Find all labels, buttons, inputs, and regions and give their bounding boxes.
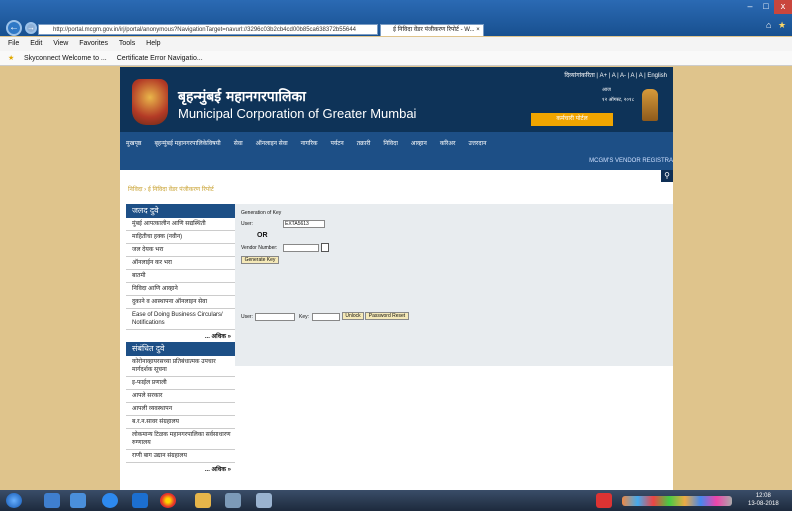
employee-portal-button[interactable]: कर्मचारी पोर्टल — [531, 113, 613, 126]
national-emblem — [642, 89, 658, 121]
start-button-icon[interactable] — [6, 493, 22, 508]
sidebar-link[interactable]: ऑनलाईन कर भरा — [126, 257, 235, 270]
maximize-button[interactable]: □ — [758, 0, 774, 14]
org-name-english: Municipal Corporation of Greater Mumbai — [178, 106, 417, 121]
sidebar-link[interactable]: जल देयक भरा — [126, 244, 235, 257]
tray-icons[interactable] — [622, 496, 732, 506]
nav-item[interactable]: नागरिक — [301, 139, 318, 147]
nav-item[interactable]: उत्तरदान — [468, 139, 486, 147]
favorites-bar: ★ Skyconnect Welcome to ... Certificate … — [0, 51, 792, 66]
favorites-star-icon[interactable]: ★ — [778, 20, 786, 31]
nav-item[interactable]: मुखपृष्ठ — [126, 139, 141, 147]
more-link[interactable]: ... अधिक » — [126, 330, 235, 342]
user2-label: User: — [241, 314, 253, 320]
quick-links-heading: जलद दुवे — [126, 204, 235, 218]
forward-icon[interactable]: → — [25, 22, 37, 34]
main-content: ⚲ निविदा › ई निविदा वेंडर पंजीकरण रिपोर्… — [120, 170, 673, 490]
sidebar-link[interactable]: आपली व्यवस्थापन — [126, 403, 235, 416]
sidebar-link[interactable]: इ-फाईल प्रणाली — [126, 377, 235, 390]
home-icon[interactable]: ⌂ — [766, 20, 771, 30]
document-icon[interactable] — [256, 493, 272, 508]
menu-tools[interactable]: Tools — [119, 40, 135, 47]
sidebar-link[interactable]: लोकमान्य टिळक महानगरपालिका सर्वसाधारण रु… — [126, 429, 235, 450]
sidebar-link[interactable]: माहितीचा हक्क (नवीन) — [126, 231, 235, 244]
address-bar[interactable]: http://portal.mcgm.gov.in/irj/portal/ano… — [38, 24, 378, 35]
favorite-link[interactable]: Certificate Error Navigatio... — [117, 55, 203, 62]
or-label: OR — [257, 232, 268, 239]
favorite-link[interactable]: Skyconnect Welcome to ... — [24, 55, 107, 62]
menu-help[interactable]: Help — [146, 40, 160, 47]
mcgm-logo — [132, 79, 168, 125]
language-bar[interactable]: दिव्यांगांकरिता | A+ | A | A- | A | A | … — [564, 71, 667, 79]
search-icon[interactable]: ⚲ — [661, 170, 673, 182]
related-links-heading: संबंधित दुवे — [126, 342, 235, 356]
tab-close-icon[interactable]: × — [476, 27, 480, 33]
user2-input[interactable] — [255, 313, 295, 321]
sidebar-link[interactable]: दुकाने व आस्थापना ऑनलाइन सेवा — [126, 296, 235, 309]
browser-tab[interactable]: ई निविदा वेंडर पंजीकरण रिपोर्ट - W... × — [380, 24, 484, 36]
chrome-icon[interactable] — [160, 493, 176, 508]
calendar-icon[interactable] — [321, 243, 329, 252]
sidebar-link[interactable]: राणी बाग उद्यान संग्रहालय — [126, 450, 235, 463]
folder-icon[interactable] — [195, 493, 211, 508]
nav-item[interactable]: ऑनलाइन सेवा — [256, 139, 288, 147]
nav-item[interactable]: बृहन्मुंबई महानगरपालिकेविषयी — [154, 139, 220, 147]
nav-item[interactable]: निविदा — [383, 139, 398, 147]
back-icon[interactable]: ← — [6, 20, 22, 36]
menu-view[interactable]: View — [53, 40, 68, 47]
unlock-button[interactable]: Unlock — [342, 312, 364, 320]
desktop-icon[interactable] — [44, 493, 60, 508]
vendor-strip: MCGM'S VENDOR REGISTRA — [120, 154, 673, 170]
generate-key-button[interactable]: Generate Key — [241, 256, 279, 264]
key-label: Key: — [299, 314, 310, 320]
user-label: User: — [241, 221, 253, 227]
date-text: १२ ऑगस्ट, २०१८ — [602, 97, 635, 103]
nav-item[interactable]: पर्यटन — [331, 139, 344, 147]
breadcrumb[interactable]: निविदा › ई निविदा वेंडर पंजीकरण रिपोर्ट — [128, 185, 214, 193]
date-label: आज — [602, 87, 611, 93]
key-generation-panel: Generation of Key User: EXTA5613 OR Vend… — [235, 204, 673, 366]
clock-time: 12:08 — [755, 493, 771, 499]
more-link[interactable]: ... अधिक » — [126, 463, 235, 475]
strip-text: MCGM'S VENDOR REGISTRA — [589, 158, 673, 164]
browser-titlebar: ← → http://portal.mcgm.gov.in/irj/portal… — [0, 0, 792, 36]
sidebar-link[interactable]: ब.र.न.सावर संग्रहालय — [126, 416, 235, 429]
menu-bar: File Edit View Favorites Tools Help — [0, 37, 792, 51]
sidebar-link[interactable]: कोरोनाव्हायरसच्या प्रतिबंधात्मक उपचार मा… — [126, 356, 235, 377]
key-input[interactable] — [312, 313, 340, 321]
clock[interactable]: 12:08 13-08-2018 — [748, 492, 779, 508]
site-header: दिव्यांगांकरिता | A+ | A | A- | A | A | … — [120, 67, 673, 132]
vendor-number-input[interactable] — [283, 244, 319, 252]
sidebar-link[interactable]: आपले सरकार — [126, 390, 235, 403]
menu-favorites[interactable]: Favorites — [79, 40, 108, 47]
nav-item[interactable]: आव्हान — [411, 139, 427, 147]
nav-item[interactable]: करिअर — [440, 139, 456, 147]
close-button[interactable]: x — [774, 0, 792, 14]
minimize-button[interactable]: – — [742, 0, 758, 14]
clock-date: 13-08-2018 — [748, 501, 779, 507]
internet-explorer-icon[interactable] — [102, 493, 118, 508]
sidebar-link[interactable]: बातमी — [126, 270, 235, 283]
user-input[interactable]: EXTA5613 — [283, 220, 325, 228]
favorites-star-icon: ★ — [8, 55, 15, 62]
file-explorer-icon[interactable] — [70, 493, 86, 508]
generation-label: Generation of Key — [241, 210, 282, 216]
nav-item[interactable]: तक्रारी — [357, 139, 371, 147]
menu-file[interactable]: File — [8, 40, 19, 47]
tray-app-icon[interactable] — [596, 493, 612, 508]
sidebar-link[interactable]: Ease of Doing Business Circulars/ Notifi… — [126, 309, 235, 330]
app-icon[interactable] — [132, 493, 148, 508]
tab-title: ई निविदा वेंडर पंजीकरण रिपोर्ट - W... — [393, 27, 475, 33]
sidebar-link[interactable]: निविदा आणि आव्हाने — [126, 283, 235, 296]
taskbar: 12:08 13-08-2018 — [0, 490, 792, 511]
org-name-hindi: बृहन्मुंबई महानगरपालिका — [178, 89, 306, 105]
sidebar-link[interactable]: मुंबई आपत्कालीन आणि सद्यस्थिती — [126, 218, 235, 231]
main-nav: मुखपृष्ठ बृहन्मुंबई महानगरपालिकेविषयी से… — [120, 132, 673, 154]
vendor-number-label: Vendor Number: — [241, 245, 278, 251]
menu-edit[interactable]: Edit — [30, 40, 42, 47]
nav-item[interactable]: सेवा — [234, 139, 243, 147]
sidebar: जलद दुवे मुंबई आपत्कालीन आणि सद्यस्थिती … — [126, 204, 235, 475]
password-reset-button[interactable]: Password Reset — [365, 312, 409, 320]
app-icon[interactable] — [225, 493, 241, 508]
